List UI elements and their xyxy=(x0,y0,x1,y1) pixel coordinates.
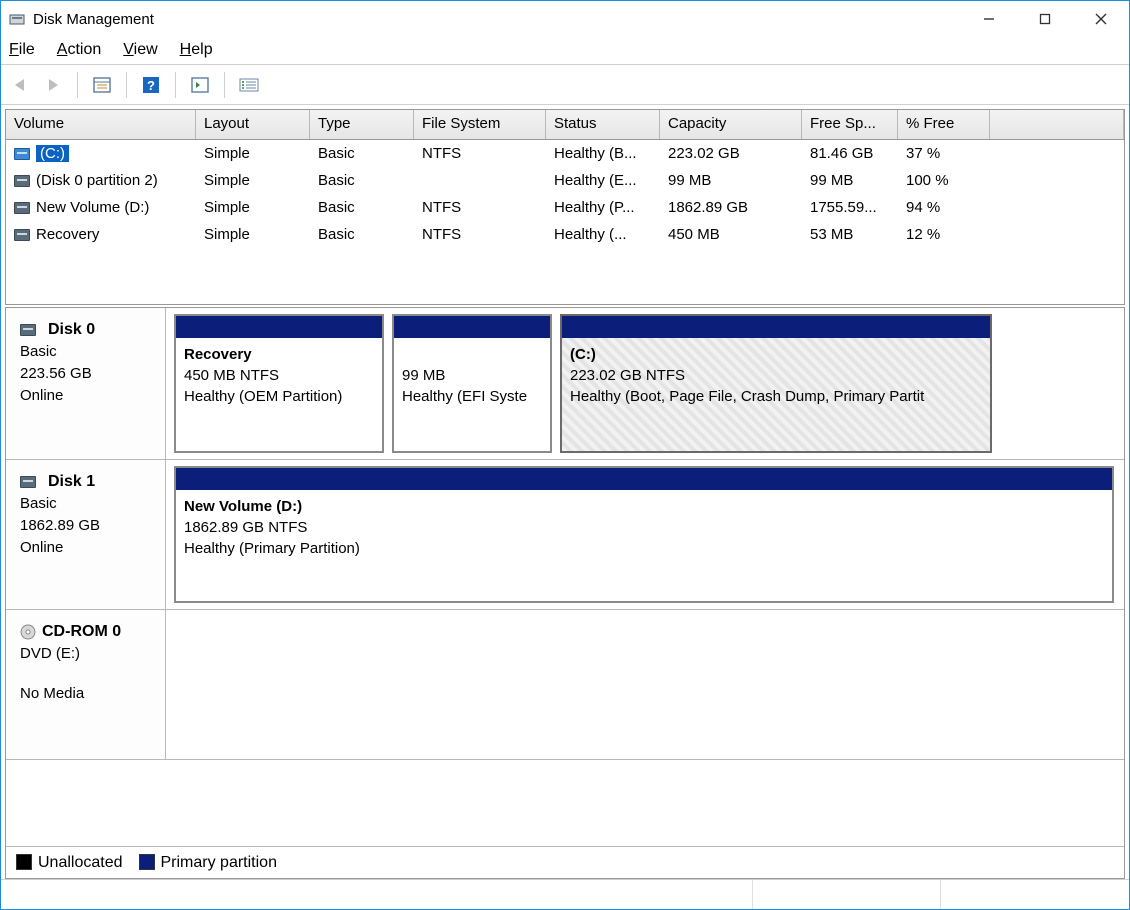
menu-help[interactable]: Help xyxy=(180,41,213,59)
statusbar xyxy=(1,879,1129,909)
disk-0-state: Online xyxy=(20,385,155,407)
col-pctfree[interactable]: % Free xyxy=(898,110,990,139)
disk-graphical-view: Disk 0 Basic 223.56 GB Online Recovery45… xyxy=(5,307,1125,879)
disk-1-state: Online xyxy=(20,537,155,559)
minimize-button[interactable] xyxy=(961,1,1017,37)
disk-row-1[interactable]: Disk 1 Basic 1862.89 GB Online New Volum… xyxy=(6,460,1124,610)
disk-row-0[interactable]: Disk 0 Basic 223.56 GB Online Recovery45… xyxy=(6,308,1124,460)
svg-text:?: ? xyxy=(147,78,155,93)
disk-1-name: Disk 1 xyxy=(48,470,95,493)
toolbar: ? xyxy=(1,65,1129,105)
help-button[interactable]: ? xyxy=(137,71,165,99)
properties-button[interactable] xyxy=(88,71,116,99)
menu-file[interactable]: File xyxy=(9,41,35,59)
titlebar: Disk Management xyxy=(1,1,1129,37)
col-filesystem[interactable]: File System xyxy=(414,110,546,139)
disk-0-type: Basic xyxy=(20,341,155,363)
col-type[interactable]: Type xyxy=(310,110,414,139)
menu-action[interactable]: Action xyxy=(57,41,101,59)
col-spacer xyxy=(990,110,1124,139)
back-button[interactable] xyxy=(7,71,35,99)
maximize-button[interactable] xyxy=(1017,1,1073,37)
col-layout[interactable]: Layout xyxy=(196,110,310,139)
cdrom-type: DVD (E:) xyxy=(20,643,155,665)
col-status[interactable]: Status xyxy=(546,110,660,139)
disk-0-name: Disk 0 xyxy=(48,318,95,341)
disk-1-partitions: New Volume (D:)1862.89 GB NTFSHealthy (P… xyxy=(166,460,1124,609)
partition[interactable]: 99 MBHealthy (EFI Syste xyxy=(392,314,552,453)
cdrom-state: No Media xyxy=(20,683,155,705)
disk-1-type: Basic xyxy=(20,493,155,515)
legend: Unallocated Primary partition xyxy=(6,846,1124,878)
close-button[interactable] xyxy=(1073,1,1129,37)
col-capacity[interactable]: Capacity xyxy=(660,110,802,139)
cdrom-icon xyxy=(20,624,36,640)
legend-primary: Primary partition xyxy=(139,854,277,872)
forward-button[interactable] xyxy=(39,71,67,99)
cdrom-partitions xyxy=(166,610,1124,759)
partition[interactable]: Recovery450 MB NTFSHealthy (OEM Partitio… xyxy=(174,314,384,453)
partition[interactable]: (C:)223.02 GB NTFSHealthy (Boot, Page Fi… xyxy=(560,314,992,453)
table-row[interactable]: (Disk 0 partition 2)SimpleBasicHealthy (… xyxy=(6,167,1124,194)
disk-1-label: Disk 1 Basic 1862.89 GB Online xyxy=(6,460,166,609)
table-row[interactable]: (C:)SimpleBasicNTFSHealthy (B...223.02 G… xyxy=(6,140,1124,167)
table-row[interactable]: New Volume (D:)SimpleBasicNTFSHealthy (P… xyxy=(6,194,1124,221)
disk-icon xyxy=(20,476,36,488)
refresh-button[interactable] xyxy=(186,71,214,99)
disk-icon xyxy=(20,324,36,336)
disk-row-cdrom[interactable]: CD-ROM 0 DVD (E:) No Media xyxy=(6,610,1124,760)
cdrom-label: CD-ROM 0 DVD (E:) No Media xyxy=(6,610,166,759)
list-button[interactable] xyxy=(235,71,263,99)
window-title: Disk Management xyxy=(33,11,154,28)
disk-1-size: 1862.89 GB xyxy=(20,515,155,537)
menubar: File Action View Help xyxy=(1,37,1129,65)
legend-unallocated: Unallocated xyxy=(16,854,123,872)
col-volume[interactable]: Volume xyxy=(6,110,196,139)
app-icon xyxy=(9,11,25,27)
volume-list: Volume Layout Type File System Status Ca… xyxy=(5,109,1125,305)
partition[interactable]: New Volume (D:)1862.89 GB NTFSHealthy (P… xyxy=(174,466,1114,603)
cdrom-name: CD-ROM 0 xyxy=(42,620,121,643)
volume-list-header: Volume Layout Type File System Status Ca… xyxy=(6,110,1124,140)
disk-0-size: 223.56 GB xyxy=(20,363,155,385)
disk-0-label: Disk 0 Basic 223.56 GB Online xyxy=(6,308,166,459)
col-freespace[interactable]: Free Sp... xyxy=(802,110,898,139)
table-row[interactable]: RecoverySimpleBasicNTFSHealthy (...450 M… xyxy=(6,221,1124,248)
menu-view[interactable]: View xyxy=(123,41,157,59)
disk-0-partitions: Recovery450 MB NTFSHealthy (OEM Partitio… xyxy=(166,308,1124,459)
